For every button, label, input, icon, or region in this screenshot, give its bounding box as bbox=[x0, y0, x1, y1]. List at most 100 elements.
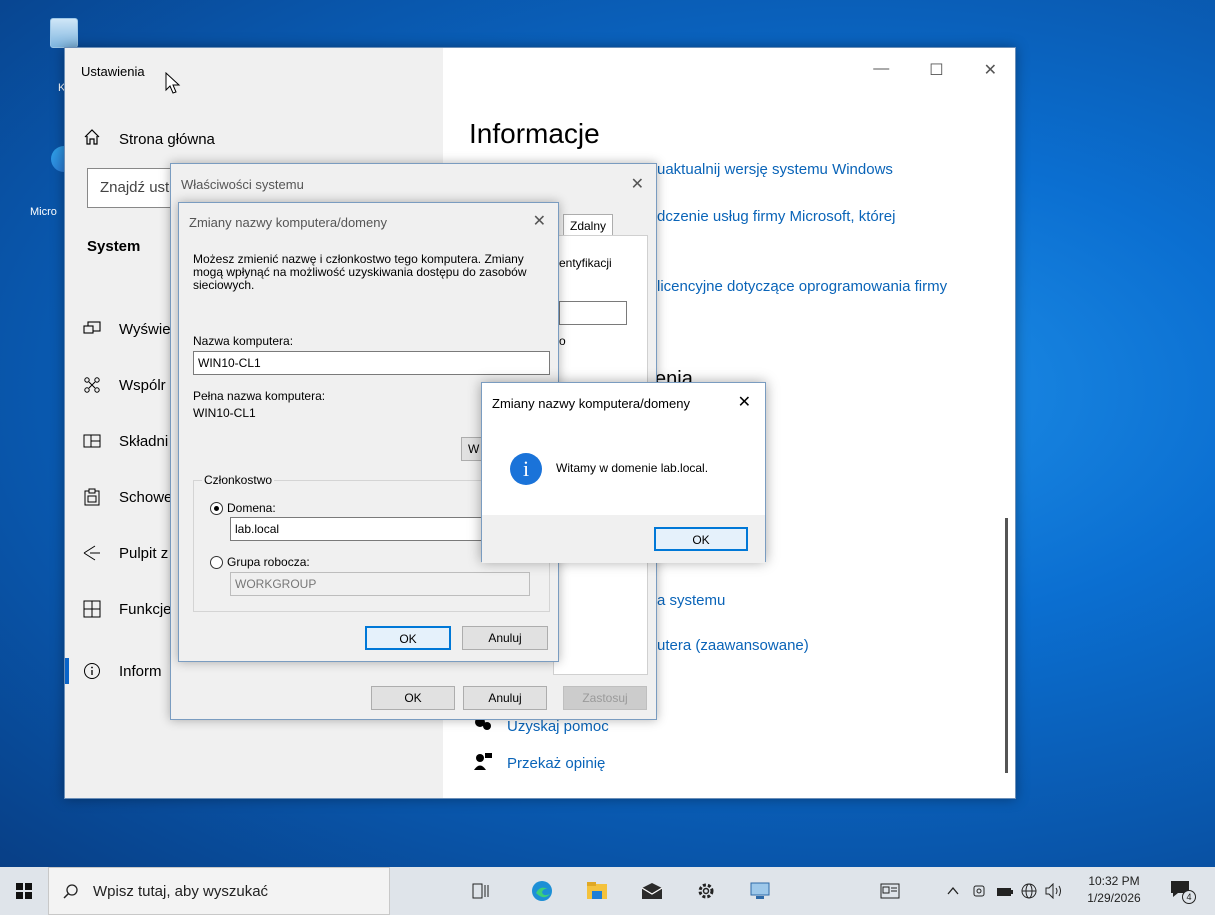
sysprops-cancel-button[interactable]: Anuluj bbox=[463, 686, 547, 710]
clipboard-icon bbox=[83, 488, 101, 506]
rename-description: Możesz zmienić nazwę i członkostwo tego … bbox=[193, 252, 527, 292]
shared-experiences-icon bbox=[83, 376, 101, 394]
feedback-label: Przekaż opinię bbox=[507, 754, 606, 772]
link-advanced-system[interactable]: utera (zaawansowane) bbox=[657, 637, 809, 654]
news-icon bbox=[880, 883, 900, 899]
full-name-value: WIN10-CL1 bbox=[193, 406, 256, 420]
welcome-message: Witamy w domenie lab.local. bbox=[556, 461, 709, 475]
desktop-icon-recycle-bin[interactable] bbox=[44, 18, 84, 48]
maximize-button[interactable]: ☐ bbox=[929, 60, 943, 80]
get-help-label: Uzyskaj pomoc bbox=[507, 717, 609, 735]
desktop-icon-label-2: Micro bbox=[30, 206, 57, 218]
features-icon bbox=[83, 600, 101, 618]
feedback-icon bbox=[473, 751, 493, 775]
sysprops-ok-button[interactable]: OK bbox=[371, 686, 455, 710]
edge-taskbar-button[interactable] bbox=[518, 867, 566, 915]
welcome-dialog-close-icon[interactable]: ✕ bbox=[738, 392, 751, 412]
network-icon bbox=[997, 888, 1013, 896]
task-view-button[interactable] bbox=[457, 867, 505, 915]
link-ms-services[interactable]: dczenie usług firmy Microsoft, której bbox=[657, 208, 895, 225]
nav-item-shared[interactable]: Wspólr bbox=[83, 376, 166, 394]
speaker-icon bbox=[1045, 883, 1061, 899]
feedback-link[interactable]: Przekaż opinię bbox=[473, 751, 605, 775]
taskbar-search-box[interactable]: Wpisz tutaj, aby wyszukać bbox=[48, 867, 390, 915]
description-field-fragment[interactable] bbox=[559, 301, 627, 325]
nav-item-display[interactable]: Wyświe bbox=[83, 320, 171, 338]
welcome-body: i Witamy w domenie lab.local. bbox=[482, 425, 765, 515]
rename-dialog-close-icon[interactable]: ✕ bbox=[533, 211, 546, 231]
tray-language-button[interactable] bbox=[1020, 867, 1038, 915]
meet-now-icon bbox=[973, 885, 985, 897]
computer-name-input[interactable]: WIN10-CL1 bbox=[193, 351, 550, 375]
tray-volume-button[interactable] bbox=[1045, 867, 1065, 915]
info-icon bbox=[83, 662, 101, 680]
notification-icon: 4 bbox=[1170, 880, 1196, 904]
task-view-icon bbox=[472, 883, 489, 899]
workgroup-radio[interactable]: Grupa robocza: bbox=[210, 555, 310, 569]
link-system-protection[interactable]: a systemu bbox=[657, 592, 725, 609]
home-link[interactable]: Strona główna bbox=[83, 128, 215, 150]
taskbar-search-placeholder: Wpisz tutaj, aby wyszukać bbox=[93, 882, 269, 900]
notification-badge: 4 bbox=[1182, 890, 1196, 904]
information-icon: i bbox=[510, 453, 542, 485]
computer-system-icon bbox=[750, 882, 770, 899]
notification-center-button[interactable]: 4 bbox=[1170, 867, 1196, 915]
start-button[interactable] bbox=[0, 867, 48, 915]
mouse-cursor-icon bbox=[165, 72, 181, 94]
workgroup-input[interactable]: WORKGROUP bbox=[230, 572, 530, 596]
system-properties-title: Właściwości systemu bbox=[181, 177, 304, 192]
domain-label: Domena: bbox=[227, 501, 276, 515]
sysprops-apply-button[interactable]: Zastosuj bbox=[563, 686, 647, 710]
system-app-button[interactable] bbox=[736, 867, 784, 915]
tab-remote[interactable]: Zdalny bbox=[563, 214, 613, 236]
full-name-label: Pełna nazwa komputera: bbox=[193, 389, 326, 403]
folder-icon bbox=[587, 882, 607, 899]
nav-label: Funkcje bbox=[119, 600, 172, 618]
taskbar-clock[interactable]: 10:32 PM 1/29/2026 bbox=[1084, 873, 1144, 907]
nav-item-remote-desktop[interactable]: Pulpit z bbox=[83, 544, 168, 562]
mail-button[interactable] bbox=[628, 867, 676, 915]
nav-item-features[interactable]: Funkcje bbox=[83, 600, 172, 618]
home-icon bbox=[83, 128, 101, 150]
mail-icon bbox=[641, 883, 663, 899]
settings-title: Ustawienia bbox=[81, 64, 145, 79]
rename-cancel-button[interactable]: Anuluj bbox=[462, 626, 548, 650]
components-icon bbox=[83, 432, 101, 450]
globe-icon bbox=[1021, 883, 1037, 899]
nav-label: Wspólr bbox=[119, 376, 166, 394]
welcome-message-dialog: Zmiany nazwy komputera/domeny ✕ i Witamy… bbox=[481, 382, 766, 563]
gear-icon bbox=[698, 883, 714, 899]
nav-item-clipboard[interactable]: Schowe bbox=[83, 488, 172, 506]
welcome-ok-button[interactable]: OK bbox=[654, 527, 748, 551]
file-explorer-button[interactable] bbox=[573, 867, 621, 915]
nav-label: Składni bbox=[119, 432, 169, 450]
scrollbar[interactable] bbox=[1005, 518, 1008, 773]
clock-time: 10:32 PM bbox=[1088, 874, 1140, 888]
nav-item-components[interactable]: Składni bbox=[83, 432, 168, 450]
news-widget-button[interactable] bbox=[880, 867, 900, 915]
domain-radio[interactable]: Domena: bbox=[210, 501, 276, 515]
page-title: Informacje bbox=[469, 118, 600, 149]
remote-desktop-icon bbox=[83, 544, 101, 562]
fragment-o: o bbox=[559, 334, 566, 348]
welcome-footer: OK bbox=[482, 515, 765, 563]
welcome-dialog-title: Zmiany nazwy komputera/domeny bbox=[492, 396, 690, 411]
nav-active-indicator bbox=[65, 658, 69, 684]
display-icon bbox=[83, 320, 101, 338]
close-button[interactable]: ✕ bbox=[984, 60, 997, 80]
link-license-terms[interactable]: licencyjne dotyczące oprogramowania firm… bbox=[657, 278, 947, 295]
nav-item-info[interactable]: Inform bbox=[83, 662, 162, 680]
search-icon bbox=[63, 884, 78, 899]
recycle-bin-icon bbox=[50, 18, 78, 48]
tray-overflow-button[interactable] bbox=[947, 867, 959, 915]
rename-ok-button[interactable]: OK bbox=[365, 626, 451, 650]
settings-taskbar-button[interactable] bbox=[682, 867, 730, 915]
link-update-windows[interactable]: uaktualnij wersję systemu Windows bbox=[657, 161, 893, 178]
minimize-button[interactable]: — bbox=[873, 60, 889, 80]
tray-network-button[interactable] bbox=[996, 867, 1014, 915]
system-properties-close-icon[interactable]: ✕ bbox=[631, 174, 644, 194]
edge-browser-icon bbox=[532, 881, 552, 901]
tray-meet-button[interactable] bbox=[972, 867, 988, 915]
nav-label: Schowe bbox=[119, 488, 173, 506]
chevron-up-icon bbox=[947, 886, 959, 895]
